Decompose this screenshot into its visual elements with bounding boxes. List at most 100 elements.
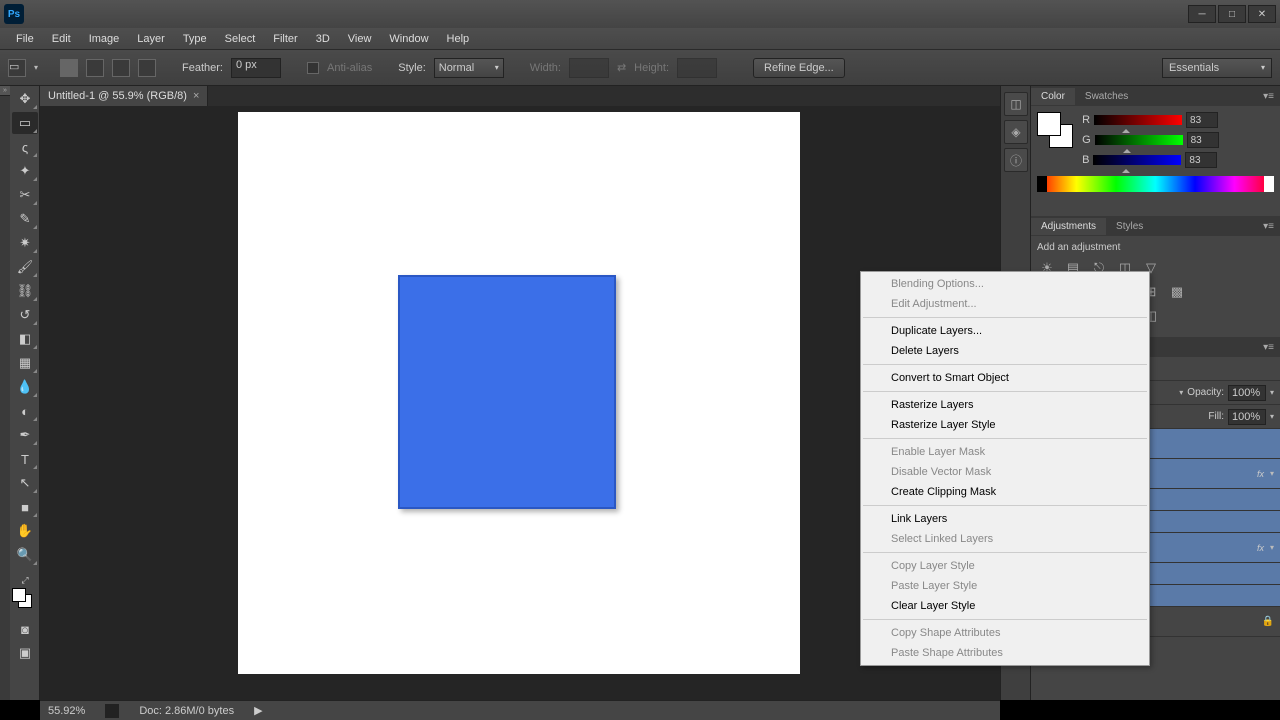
layer-context-menu: Blending Options...Edit Adjustment...Dup… — [860, 271, 1150, 666]
context-separator — [863, 552, 1147, 553]
minimize-button[interactable]: ─ — [1188, 5, 1216, 23]
tab-color[interactable]: Color — [1031, 88, 1075, 105]
selection-add-icon[interactable] — [86, 59, 104, 77]
lasso-tool[interactable]: ς — [12, 136, 38, 158]
menu-view[interactable]: View — [340, 30, 380, 48]
blend-dropdown[interactable]: ▾ — [1179, 388, 1183, 397]
color-swatches[interactable] — [12, 588, 32, 608]
menu-image[interactable]: Image — [81, 30, 128, 48]
context-item: Select Linked Layers — [861, 529, 1149, 549]
layer-fx-badge[interactable]: fx — [1257, 543, 1264, 553]
context-item[interactable]: Create Clipping Mask — [861, 482, 1149, 502]
titlebar: Ps ─ □ ✕ — [0, 0, 1280, 28]
context-separator — [863, 438, 1147, 439]
properties-panel-icon[interactable]: ◈ — [1004, 120, 1028, 144]
magic-wand-tool[interactable]: ✦ — [12, 160, 38, 182]
tool-preset-icon[interactable]: ▭ — [8, 59, 26, 77]
gradient-tool[interactable]: ▦ — [12, 352, 38, 374]
document-tab[interactable]: Untitled-1 @ 55.9% (RGB/8) × — [40, 86, 208, 106]
context-item: Enable Layer Mask — [861, 442, 1149, 462]
swap-colors-icon[interactable]: ⤢ — [12, 574, 38, 586]
feather-input[interactable]: 0 px — [231, 58, 281, 78]
menu-layer[interactable]: Layer — [129, 30, 173, 48]
adj-lookup-icon[interactable]: ▩ — [1167, 283, 1187, 301]
quick-mask-toggle[interactable]: ◙ — [12, 618, 38, 640]
statusbar: 55.92% Doc: 2.86M/0 bytes ▶ — [40, 700, 1000, 720]
type-tool[interactable]: T — [12, 448, 38, 470]
opacity-value[interactable]: 100% — [1228, 385, 1266, 401]
rectangle-tool[interactable]: ■ — [12, 496, 38, 518]
history-brush-tool[interactable]: ↺ — [12, 304, 38, 326]
tray-toggle[interactable]: » — [0, 86, 10, 96]
width-input — [569, 58, 609, 78]
statusbar-chip[interactable] — [105, 704, 119, 718]
brush-tool[interactable]: 🖌 — [12, 256, 38, 278]
close-tab-icon[interactable]: × — [193, 90, 199, 102]
layer-fx-badge[interactable]: fx — [1257, 469, 1264, 479]
g-label: G — [1082, 134, 1091, 146]
r-label: R — [1082, 114, 1090, 126]
hand-tool[interactable]: ✋ — [12, 520, 38, 542]
context-item[interactable]: Convert to Smart Object — [861, 368, 1149, 388]
document-title: Untitled-1 @ 55.9% (RGB/8) — [48, 90, 187, 102]
tool-preset-dropdown[interactable]: ▾ — [34, 63, 38, 72]
g-value[interactable]: 83 — [1187, 132, 1219, 148]
clone-stamp-tool[interactable]: ⛓ — [12, 280, 38, 302]
menu-type[interactable]: Type — [175, 30, 215, 48]
zoom-tool[interactable]: 🔍 — [12, 544, 38, 566]
healing-brush-tool[interactable]: ✷ — [12, 232, 38, 254]
canvas-area[interactable]: Untitled-1 @ 55.9% (RGB/8) × — [40, 86, 1000, 700]
menu-help[interactable]: Help — [439, 30, 478, 48]
selection-new-icon[interactable] — [60, 59, 78, 77]
move-tool[interactable]: ✥ — [12, 88, 38, 110]
selection-subtract-icon[interactable] — [112, 59, 130, 77]
context-item[interactable]: Link Layers — [861, 509, 1149, 529]
menu-select[interactable]: Select — [217, 30, 264, 48]
menu-file[interactable]: File — [8, 30, 42, 48]
canvas[interactable] — [238, 112, 800, 674]
b-slider[interactable] — [1093, 155, 1181, 165]
path-select-tool[interactable]: ↖ — [12, 472, 38, 494]
context-item[interactable]: Clear Layer Style — [861, 596, 1149, 616]
context-item[interactable]: Rasterize Layers — [861, 395, 1149, 415]
crop-tool[interactable]: ✂ — [12, 184, 38, 206]
dodge-tool[interactable]: ◐ — [12, 400, 38, 422]
marquee-tool[interactable]: ▭ — [12, 112, 38, 134]
foreground-swatch[interactable] — [1037, 112, 1061, 136]
close-button[interactable]: ✕ — [1248, 5, 1276, 23]
workspace-select[interactable]: Essentials — [1162, 58, 1272, 78]
screen-mode-toggle[interactable]: ▣ — [12, 642, 38, 664]
eyedropper-tool[interactable]: ✎ — [12, 208, 38, 230]
maximize-button[interactable]: □ — [1218, 5, 1246, 23]
menu-edit[interactable]: Edit — [44, 30, 79, 48]
statusbar-arrow-icon[interactable]: ▶ — [254, 704, 262, 717]
pen-tool[interactable]: ✒ — [12, 424, 38, 446]
color-panel-menu[interactable]: ▾≡ — [1257, 91, 1280, 102]
tab-adjustments[interactable]: Adjustments — [1031, 218, 1106, 235]
refine-edge-button[interactable]: Refine Edge... — [753, 58, 845, 78]
g-slider[interactable] — [1095, 135, 1183, 145]
fill-value[interactable]: 100% — [1228, 409, 1266, 425]
context-item[interactable]: Delete Layers — [861, 341, 1149, 361]
eraser-tool[interactable]: ◧ — [12, 328, 38, 350]
layers-panel-menu[interactable]: ▾≡ — [1257, 342, 1280, 353]
menu-filter[interactable]: Filter — [265, 30, 305, 48]
b-value[interactable]: 83 — [1185, 152, 1217, 168]
adjustments-panel-menu[interactable]: ▾≡ — [1257, 221, 1280, 232]
r-slider[interactable] — [1094, 115, 1182, 125]
context-item[interactable]: Rasterize Layer Style — [861, 415, 1149, 435]
tab-styles[interactable]: Styles — [1106, 218, 1153, 235]
menu-3d[interactable]: 3D — [308, 30, 338, 48]
blur-tool[interactable]: 💧 — [12, 376, 38, 398]
b-label: B — [1082, 154, 1089, 166]
selection-intersect-icon[interactable] — [138, 59, 156, 77]
context-item[interactable]: Duplicate Layers... — [861, 321, 1149, 341]
menu-window[interactable]: Window — [381, 30, 436, 48]
info-panel-icon[interactable]: ⓘ — [1004, 148, 1028, 172]
tab-swatches[interactable]: Swatches — [1075, 88, 1138, 105]
zoom-level[interactable]: 55.92% — [48, 705, 85, 717]
r-value[interactable]: 83 — [1186, 112, 1218, 128]
style-select[interactable]: Normal▾ — [434, 58, 504, 78]
history-panel-icon[interactable]: ◫ — [1004, 92, 1028, 116]
color-spectrum[interactable] — [1037, 176, 1274, 192]
